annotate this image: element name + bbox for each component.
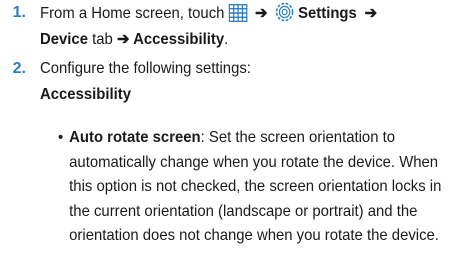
bullet-text: automatically change when you rotate the… bbox=[69, 153, 439, 171]
device-label: Device bbox=[40, 31, 88, 48]
step-number: 1. bbox=[12, 4, 26, 21]
bullet-item: • Auto rotate screen: Set the screen orie… bbox=[58, 126, 467, 249]
accessibility-label: Accessibility bbox=[133, 31, 225, 48]
bullet-dot: • bbox=[58, 129, 64, 146]
step-1-text: From a Home screen, touch bbox=[40, 5, 225, 22]
bullet-text: this option is not checked, the screen o… bbox=[69, 178, 442, 195]
bullet-text: Set the screen orientation to bbox=[204, 129, 396, 146]
settings-gear-icon bbox=[275, 2, 294, 29]
section-heading: Accessibility bbox=[40, 86, 131, 103]
bullet-term: Auto rotate screen bbox=[69, 129, 201, 146]
instruction-page: 1. From a Home screen, touch ➔ Settings … bbox=[0, 0, 472, 275]
arrow-right-icon: ➔ bbox=[364, 5, 378, 22]
arrow-right-icon: ➔ bbox=[255, 5, 268, 22]
step-1-line-1: From a Home screen, touch ➔ Settings ➔ bbox=[40, 2, 381, 29]
step-number: 2. bbox=[12, 60, 26, 77]
bullet-text: orientation does not change when you rot… bbox=[69, 227, 439, 244]
step-1-line-2: Device tab ➔ Accessibility. bbox=[40, 29, 228, 51]
apps-grid-icon bbox=[228, 3, 248, 29]
tab-word: tab bbox=[87, 31, 117, 48]
arrow-right-icon: ➔ bbox=[116, 31, 130, 48]
period: . bbox=[224, 31, 229, 48]
step-2-text: Configure the following settings: bbox=[40, 60, 251, 77]
settings-label: Settings bbox=[298, 5, 357, 22]
bullet-line-1: • Auto rotate screen: Set the screen orie… bbox=[58, 126, 467, 151]
bullet-text: the current orientation (landscape or po… bbox=[69, 202, 418, 220]
